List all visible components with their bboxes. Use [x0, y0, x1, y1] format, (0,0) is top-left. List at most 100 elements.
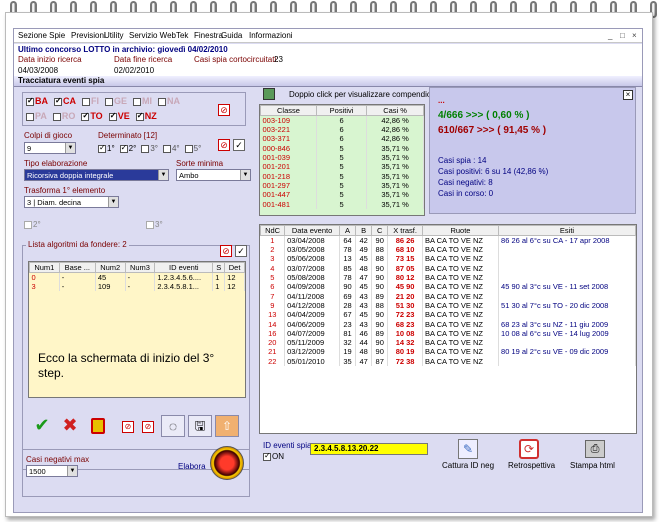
ruota-checkbox[interactable]: VE — [108, 111, 130, 121]
column-header[interactable]: Num1 — [29, 262, 60, 273]
ord3-checkbox[interactable]: 3° — [146, 220, 163, 229]
checkbox-box[interactable] — [105, 97, 113, 106]
cattura-icon[interactable]: ✎ — [458, 439, 478, 459]
checkbox-box[interactable] — [26, 96, 34, 106]
close-button[interactable]: × — [632, 31, 637, 40]
determinato-checkbox[interactable]: 2° — [119, 143, 136, 153]
printer-icon[interactable]: ⎙ — [585, 440, 605, 458]
casi-neg-select[interactable]: 1500 ▼ — [26, 465, 78, 477]
clear-determinato-icon[interactable]: ⊘ — [218, 139, 230, 151]
clear-lista-icon[interactable]: ⊘ — [220, 245, 232, 257]
menu-item[interactable]: Utility — [104, 31, 124, 40]
table-row[interactable]: 001-218 5 35,71 % — [260, 171, 424, 181]
table-row[interactable]: 6 04/09/2008 90 45 90 45 90 BA CA TO VE NZ 45 9… — [260, 282, 636, 292]
tipo-select[interactable]: Ricorsiva doppia integrale ▼ — [24, 169, 169, 181]
ruota-checkbox[interactable]: RO — [52, 111, 75, 121]
trasforma-select[interactable]: 3 | Diam. decina ▼ — [24, 196, 119, 208]
column-header[interactable]: Det — [224, 262, 245, 273]
table-row[interactable]: 16 04/07/2009 81 46 89 10 08 BA CA TO VE NZ 10 … — [260, 328, 636, 338]
table-row[interactable]: 20 05/11/2009 32 44 90 14 32 BA CA TO VE NZ — [260, 337, 636, 348]
table-row[interactable]: 9 04/12/2008 28 43 88 51 30 BA CA TO VE NZ 51 3… — [260, 300, 636, 311]
stampa-button[interactable]: Stampa html — [570, 461, 615, 470]
checkbox-box[interactable] — [26, 112, 34, 121]
refresh-icon[interactable]: ◌ — [161, 415, 185, 437]
table-row[interactable]: 001-297 5 35,71 % — [260, 180, 424, 191]
checkbox-box[interactable] — [162, 144, 171, 153]
menu-item[interactable]: Informazioni — [249, 31, 293, 40]
check-determinato-icon[interactable]: ✓ — [233, 139, 245, 151]
column-header[interactable]: S — [212, 262, 226, 273]
events-table[interactable]: NdC Data evento A B C X trasf. Ruote Esiti 1 03/… — [259, 224, 637, 434]
column-header[interactable]: ID eventi — [154, 262, 214, 273]
colpi-select[interactable]: 9 ▼ — [24, 142, 76, 154]
ruota-checkbox[interactable]: TO — [81, 111, 103, 121]
checkbox-box[interactable] — [82, 97, 90, 106]
column-header[interactable]: Casi % — [366, 105, 424, 116]
retrospettiva-icon[interactable]: ⟳ — [519, 439, 539, 459]
ord2-checkbox[interactable]: 2° — [24, 220, 41, 229]
table-row[interactable]: 5 05/08/2008 78 47 90 80 12 BA CA TO VE NZ — [260, 272, 636, 283]
column-header[interactable]: Classe — [260, 105, 317, 116]
table-row[interactable]: 0-45-1.2.3.4.5.6.... 1 12 — [29, 272, 245, 282]
start-date-value[interactable]: 04/03/2008 — [18, 66, 58, 75]
checkbox-box[interactable] — [133, 97, 142, 106]
checkbox-box[interactable] — [52, 112, 61, 121]
ruota-checkbox[interactable]: NZ — [135, 111, 157, 121]
remove-item-icon[interactable]: ⊘ — [122, 421, 134, 433]
checkbox-box[interactable] — [141, 144, 150, 153]
determinato-checkbox[interactable]: 4° — [162, 144, 180, 153]
checkbox-box[interactable] — [119, 143, 128, 153]
retrospettiva-button[interactable]: Retrospettiva — [508, 461, 555, 470]
determinato-checkbox[interactable]: 3° — [141, 144, 158, 153]
menu-item[interactable]: Previsioni — [71, 31, 106, 40]
compendio-icon[interactable] — [263, 88, 275, 100]
column-header[interactable]: Base ... — [58, 262, 96, 273]
sorte-select[interactable]: Ambo ▼ — [176, 169, 251, 181]
minimize-button[interactable]: _ — [608, 31, 612, 40]
id-spia-field[interactable]: 2.3.4.5.8.13.20.22 — [310, 443, 428, 455]
table-row[interactable]: 001-201 5 35,71 % — [260, 162, 424, 172]
table-row[interactable]: 003-221 6 42,86 % — [260, 125, 424, 135]
table-row[interactable]: 001-039 5 35,71 % — [260, 152, 424, 163]
trash-icon[interactable] — [86, 415, 110, 437]
elabora-button[interactable] — [210, 446, 244, 480]
column-header[interactable]: Data evento — [284, 225, 340, 236]
confirm-icon[interactable]: ✔ — [30, 415, 54, 437]
classi-table[interactable]: Classe Positivi Casi % 003-109 6 42,86 % 003-… — [259, 104, 425, 216]
determinato-checkbox[interactable]: 5° — [184, 144, 201, 153]
save-disk-icon[interactable]: 🖫 — [188, 415, 212, 437]
menu-item[interactable]: Sezione Spie — [18, 31, 65, 40]
checkbox-box[interactable] — [158, 97, 167, 106]
stats-close-icon[interactable]: × — [623, 90, 633, 100]
column-header[interactable]: NdC — [260, 225, 286, 236]
column-header[interactable]: Positivi — [315, 105, 368, 116]
column-header[interactable]: Num3 — [124, 262, 156, 273]
delete-icon[interactable]: ✖ — [58, 415, 82, 437]
check-lista-icon[interactable]: ✓ — [235, 245, 247, 257]
table-row[interactable]: 3-109-2.3.4.5.8.1... 1 12 — [29, 282, 245, 292]
menu-item[interactable]: Servizio WebTek — [129, 31, 188, 40]
table-row[interactable]: 000-846 5 35,71 % — [260, 143, 424, 153]
column-header[interactable]: Num2 — [94, 262, 126, 273]
table-row[interactable]: 001-481 5 35,71 % — [260, 199, 424, 209]
table-row[interactable]: 003-109 6 42,86 % — [260, 115, 424, 125]
end-date-value[interactable]: 02/02/2010 — [114, 66, 154, 75]
checkbox-box[interactable] — [135, 111, 144, 121]
id-spia-on-checkbox[interactable]: ON — [263, 451, 284, 461]
menu-item[interactable]: Finestra — [194, 31, 223, 40]
checkbox-box[interactable] — [81, 111, 90, 121]
menu-item[interactable]: Guida — [221, 31, 242, 40]
remove-all-icon[interactable]: ⊘ — [142, 421, 154, 433]
table-row[interactable]: 7 04/11/2008 69 43 89 21 20 BA CA TO VE NZ — [260, 291, 636, 301]
table-row[interactable]: 21 03/12/2009 19 48 90 80 19 BA CA TO VE NZ 80 … — [260, 347, 636, 357]
ruota-checkbox[interactable]: GE — [105, 96, 127, 106]
table-row[interactable]: 3 05/06/2008 13 45 88 73 15 BA CA TO VE NZ — [260, 254, 636, 264]
ruota-checkbox[interactable]: BA — [26, 96, 48, 106]
ruota-checkbox[interactable]: MI — [133, 96, 152, 106]
table-row[interactable]: 003-371 6 42,86 % — [260, 134, 424, 144]
column-header[interactable]: C — [371, 225, 389, 236]
ruota-checkbox[interactable]: CA — [54, 96, 76, 106]
ruota-checkbox[interactable]: NA — [158, 96, 180, 106]
table-row[interactable]: 4 03/07/2008 85 48 90 87 05 BA CA TO VE NZ — [260, 263, 636, 273]
table-row[interactable]: 14 04/06/2009 23 43 90 68 23 BA CA TO VE NZ 68 … — [260, 319, 636, 329]
